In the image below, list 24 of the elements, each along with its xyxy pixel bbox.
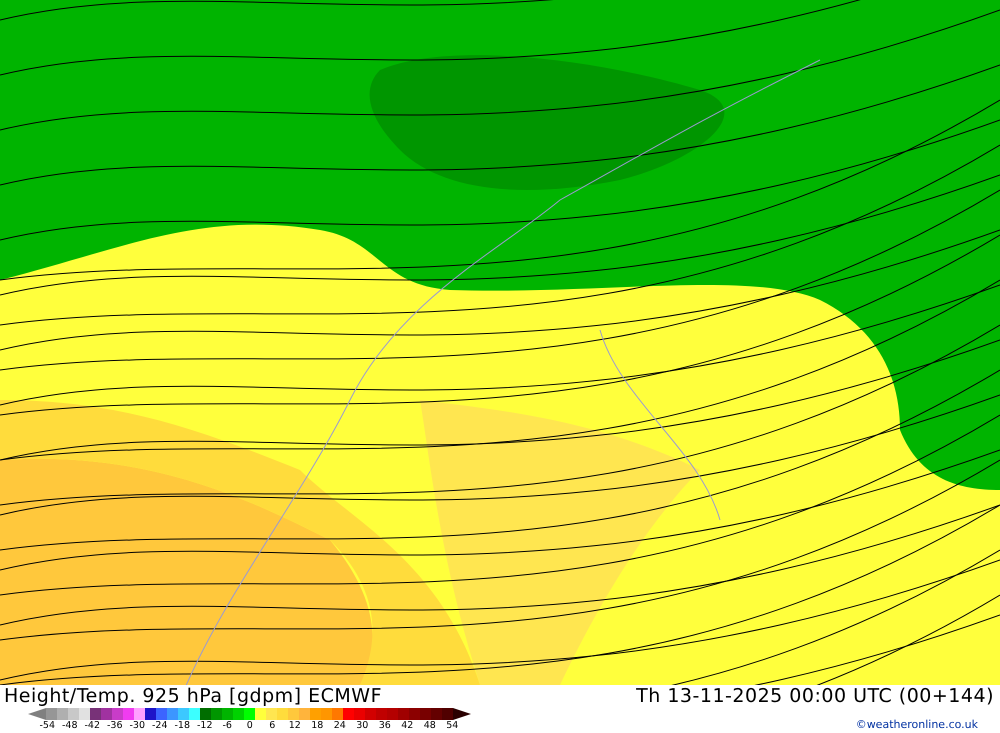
- scale-label: -30: [128, 720, 146, 732]
- scale-label: 24: [332, 720, 347, 732]
- scale-label: 0: [246, 720, 254, 732]
- scale-label: 12: [288, 720, 302, 732]
- arrow-left-icon: [28, 708, 46, 720]
- scale-label: -54: [38, 720, 56, 732]
- scale-label: 48: [422, 720, 437, 732]
- map-title: Height/Temp. 925 hPa [gdpm] ECMWF: [4, 685, 382, 707]
- scale-label: 6: [268, 720, 276, 732]
- scale-label: 54: [445, 720, 460, 732]
- scale-label: 30: [355, 720, 370, 732]
- credit-link[interactable]: ©weatheronline.co.uk: [856, 718, 978, 731]
- valid-time: Th 13-11-2025 00:00 UTC (00+144): [636, 685, 994, 707]
- scale-label: -36: [106, 720, 124, 732]
- scale-label: -24: [150, 720, 169, 732]
- scale-label: -6: [222, 720, 233, 732]
- arrow-right-icon: [453, 708, 471, 720]
- scale-label: 18: [310, 720, 324, 732]
- scale-label: 36: [378, 720, 392, 732]
- scale-label: -12: [196, 720, 214, 732]
- scale-label: -42: [83, 720, 102, 732]
- scale-label: 42: [400, 720, 414, 732]
- scale-label: -48: [60, 720, 79, 732]
- scale-label: -18: [173, 720, 192, 732]
